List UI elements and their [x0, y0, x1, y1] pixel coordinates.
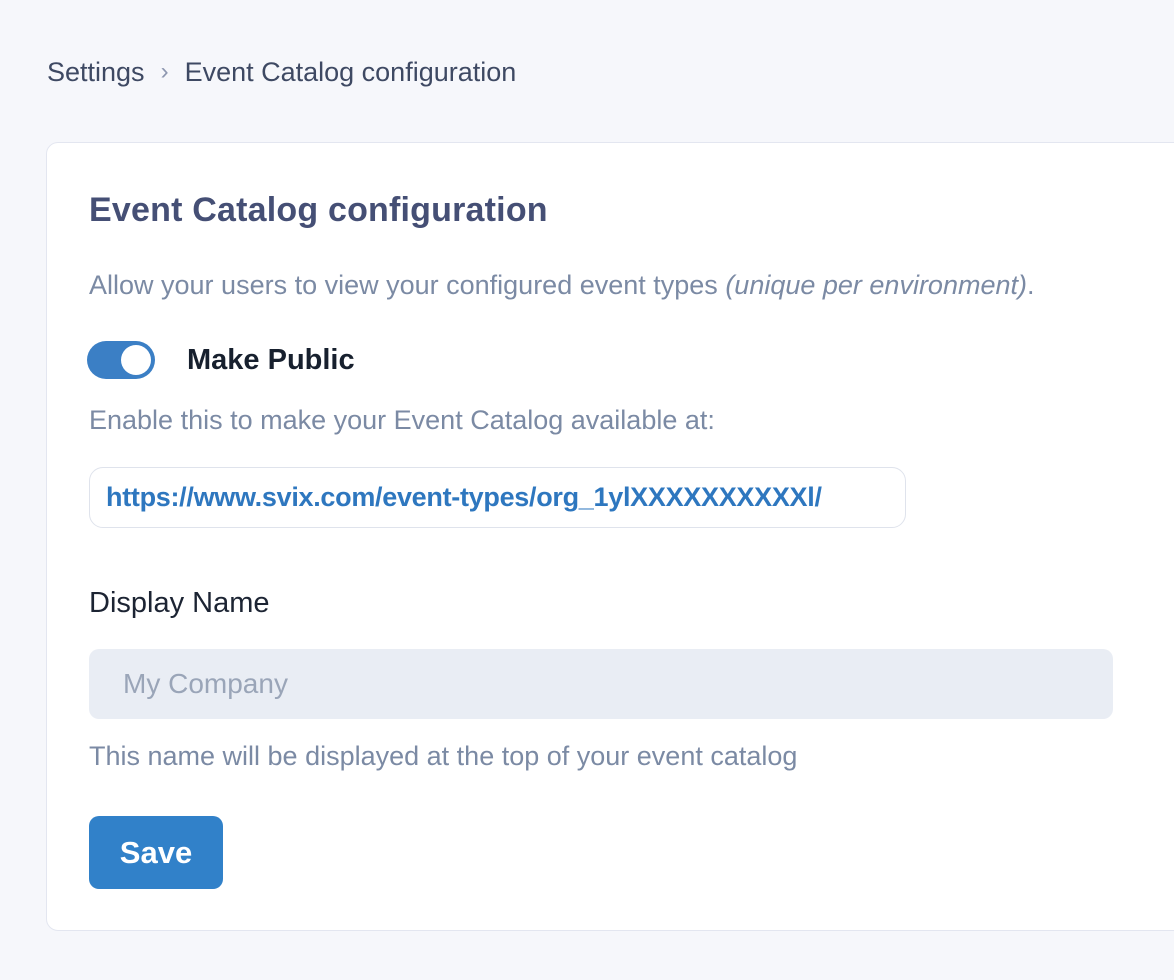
card-description: Allow your users to view your configured… [89, 270, 1035, 301]
make-public-label: Make Public [187, 344, 355, 377]
make-public-toggle[interactable] [87, 341, 155, 379]
display-name-help-text: This name will be displayed at the top o… [89, 741, 797, 772]
toggle-knob [121, 345, 151, 375]
page-title: Event Catalog configuration [89, 191, 548, 230]
breadcrumb: Settings › Event Catalog configuration [47, 57, 516, 88]
save-button[interactable]: Save [89, 816, 223, 889]
breadcrumb-settings[interactable]: Settings [47, 57, 145, 88]
chevron-right-icon: › [161, 60, 169, 84]
breadcrumb-event-catalog-configuration[interactable]: Event Catalog configuration [185, 57, 517, 88]
display-name-label: Display Name [89, 587, 270, 620]
make-public-row: Make Public [87, 341, 355, 379]
description-suffix: . [1027, 270, 1035, 300]
event-catalog-config-card: Event Catalog configuration Allow your u… [46, 142, 1174, 931]
event-catalog-url-link[interactable]: https://www.svix.com/event-types/org_1yl… [106, 482, 822, 513]
description-text: Allow your users to view your configured… [89, 270, 725, 300]
display-name-input[interactable] [89, 649, 1113, 719]
event-catalog-url-box[interactable]: https://www.svix.com/event-types/org_1yl… [89, 467, 906, 528]
description-italic-text: (unique per environment) [725, 270, 1027, 300]
url-help-text: Enable this to make your Event Catalog a… [89, 405, 715, 436]
